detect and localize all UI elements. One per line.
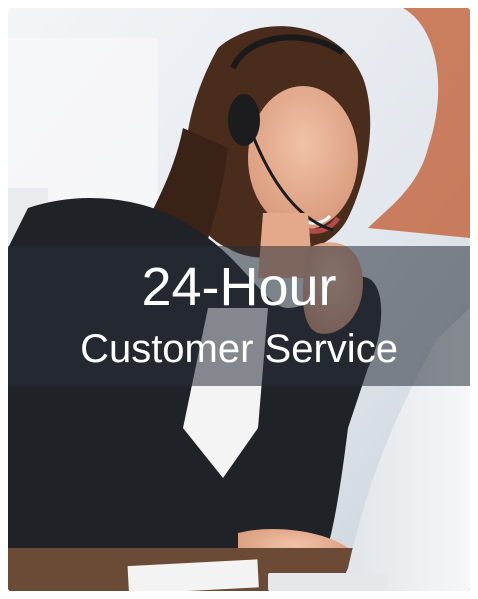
face [248,86,358,230]
subheadline: Customer Service [80,327,398,371]
promo-image-frame: 24-Hour Customer Service [8,8,470,591]
keyboard [268,573,388,591]
headline: 24-Hour [141,257,337,317]
